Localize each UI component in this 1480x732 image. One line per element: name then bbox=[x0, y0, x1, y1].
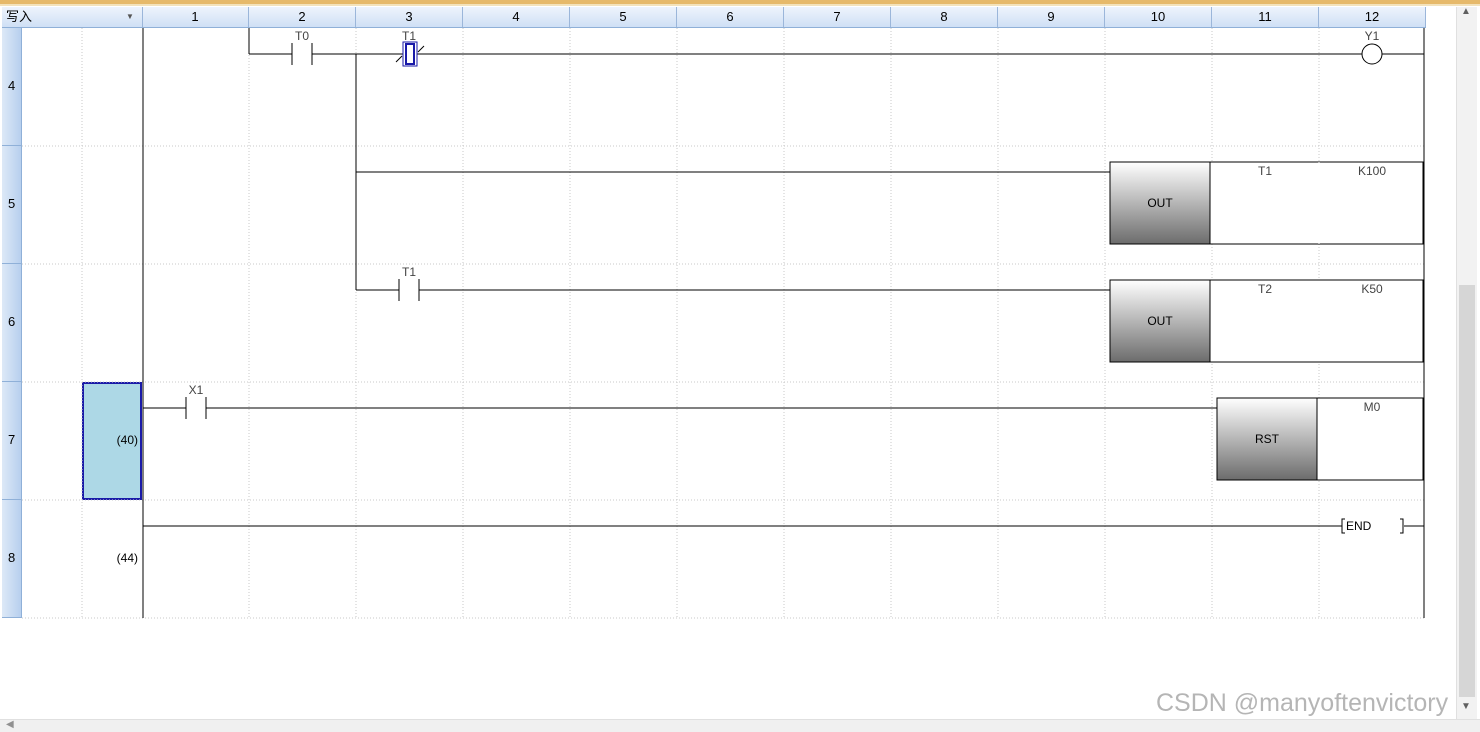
contact-x1[interactable] bbox=[184, 396, 208, 420]
watermark: CSDN @manyoftenvictory bbox=[1156, 689, 1449, 717]
contact-t1[interactable] bbox=[397, 278, 421, 302]
rst-instruction-label: RST bbox=[1255, 432, 1280, 446]
rst-device-label: M0 bbox=[1364, 400, 1381, 414]
contact-label-t1: T1 bbox=[402, 29, 416, 43]
arrow-up-icon[interactable]: ▲ bbox=[1461, 6, 1471, 17]
horizontal-scrollbar[interactable]: ◀ bbox=[0, 719, 1480, 732]
contact-label-x1: X1 bbox=[189, 383, 204, 397]
out-value-label: K50 bbox=[1361, 282, 1383, 296]
arrow-down-icon[interactable]: ▼ bbox=[1461, 701, 1471, 712]
out-device-label: T1 bbox=[1258, 164, 1272, 178]
out-instruction-label: OUT bbox=[1147, 196, 1173, 210]
scrollbar-thumb[interactable] bbox=[1459, 285, 1475, 697]
out-value-label: K100 bbox=[1358, 164, 1386, 178]
coil-y1[interactable] bbox=[1361, 43, 1383, 65]
out-device-label: T2 bbox=[1258, 282, 1272, 296]
out-instruction-label: OUT bbox=[1147, 314, 1173, 328]
coil-label-y1: Y1 bbox=[1365, 29, 1380, 43]
contact-label-t0: T0 bbox=[295, 29, 309, 43]
vertical-scrollbar[interactable]: ▲ ▼ bbox=[1456, 6, 1477, 719]
ladder-diagram[interactable]: T0 T1 Y1 OUT T1 K100 T1 OUT T2 K50 X1 RS… bbox=[0, 0, 1480, 731]
end-label: END bbox=[1346, 519, 1372, 533]
arrow-left-icon[interactable]: ◀ bbox=[6, 719, 14, 730]
rst-instruction-m0[interactable] bbox=[1216, 397, 1424, 481]
contact-t0[interactable] bbox=[290, 42, 314, 66]
contact-label-t1: T1 bbox=[402, 265, 416, 279]
